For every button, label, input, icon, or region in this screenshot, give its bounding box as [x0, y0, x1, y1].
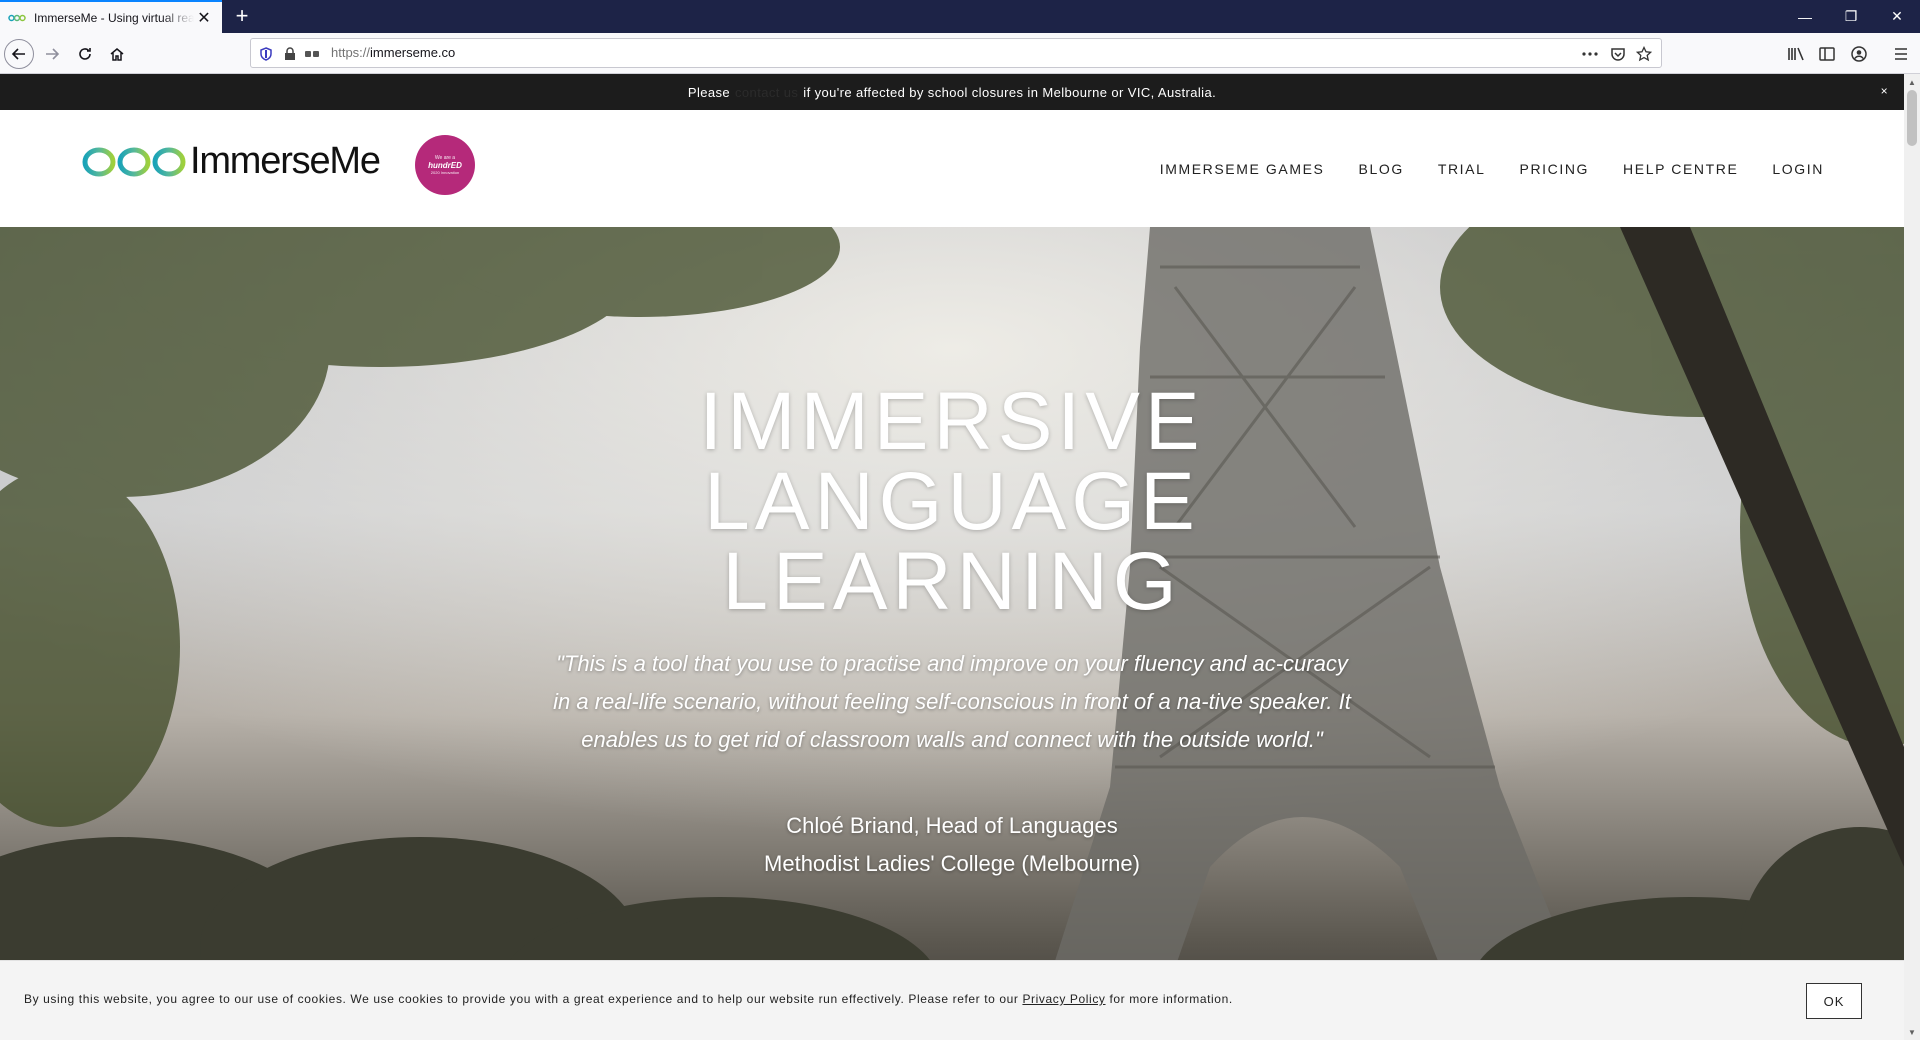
cookie-banner: By using this website, you agree to our …: [0, 960, 1904, 1040]
nav-pricing[interactable]: PRICING: [1520, 161, 1590, 177]
testimonial-organization: Methodist Ladies' College (Melbourne): [764, 851, 1140, 876]
notice-bar: Please contact us if you're affected by …: [0, 74, 1904, 110]
page-actions-icon[interactable]: [1581, 45, 1599, 63]
testimonial-author: Chloé Briand, Head of Languages: [786, 813, 1118, 838]
back-button[interactable]: [4, 39, 34, 69]
hero-title-line2: LANGUAGE: [704, 456, 1200, 547]
cookie-ok-button[interactable]: OK: [1806, 983, 1862, 1019]
notice-prefix: Please: [687, 84, 731, 100]
hero-title-line3: LEARNING: [722, 536, 1182, 627]
url-text[interactable]: https://immerseme.co: [331, 45, 455, 60]
scroll-down-icon[interactable]: ▼: [1904, 1024, 1920, 1040]
tab-title: ImmerseMe - Using virtual reality for la…: [34, 10, 194, 25]
permissions-icon[interactable]: [303, 45, 321, 63]
site-logo[interactable]: ImmerseMe: [82, 140, 381, 183]
page-viewport: Please contact us if you're affected by …: [0, 74, 1904, 1040]
window-close-icon[interactable]: ✕: [1874, 0, 1920, 33]
nav-immerseme-games[interactable]: IMMERSEME GAMES: [1160, 161, 1325, 177]
notice-close-icon[interactable]: ×: [1881, 84, 1888, 98]
browser-tab[interactable]: ImmerseMe - Using virtual reality for la…: [0, 0, 222, 33]
infinity-logo-icon: [82, 147, 186, 176]
hero-content: IMMERSIVE LANGUAGE LEARNING "This is a t…: [0, 227, 1904, 1040]
new-tab-button[interactable]: +: [230, 3, 254, 28]
notice-contact-link[interactable]: contact us: [735, 85, 798, 100]
url-host: immerseme.co: [370, 45, 456, 60]
browser-titlebar: ImmerseMe - Using virtual reality for la…: [0, 0, 1920, 33]
library-icon[interactable]: [1785, 43, 1807, 65]
hero-title-line1: IMMERSIVE: [699, 376, 1205, 467]
logo-text: ImmerseMe: [190, 140, 381, 182]
bookmark-star-icon[interactable]: [1635, 45, 1653, 63]
scroll-up-icon[interactable]: ▲: [1904, 74, 1920, 90]
main-nav: IMMERSEME GAMES BLOG TRIAL PRICING HELP …: [1160, 110, 1824, 227]
pocket-icon[interactable]: [1609, 45, 1627, 63]
testimonial-quote: "This is a tool that you use to practise…: [553, 651, 1351, 752]
back-icon: [11, 48, 25, 60]
minimize-icon[interactable]: —: [1782, 0, 1828, 33]
home-icon: [110, 48, 124, 61]
badge-line3: 2020 Innovation: [430, 170, 460, 175]
badge-brand: hundrED: [428, 161, 462, 170]
address-bar[interactable]: https://immerseme.co: [250, 38, 1662, 68]
nav-blog[interactable]: BLOG: [1359, 161, 1404, 177]
hero-section: IMMERSIVE LANGUAGE LEARNING "This is a t…: [0, 227, 1904, 1040]
hero-title: IMMERSIVE LANGUAGE LEARNING: [652, 381, 1252, 623]
forward-button[interactable]: [37, 39, 67, 69]
forward-icon: [46, 48, 60, 60]
site-header: ImmerseMe We are a hundrED 2020 Innovati…: [0, 110, 1904, 227]
cookie-text-before: By using this website, you agree to our …: [24, 992, 1019, 1006]
lock-icon[interactable]: [281, 45, 299, 63]
page-scrollbar[interactable]: ▲ ▼: [1904, 74, 1920, 1040]
badge-line1: We are a: [434, 155, 456, 161]
reload-icon: [79, 48, 91, 60]
hundred-badge[interactable]: We are a hundrED 2020 Innovation: [415, 135, 475, 195]
nav-login[interactable]: LOGIN: [1772, 161, 1824, 177]
privacy-policy-link[interactable]: Privacy Policy: [1022, 992, 1105, 1006]
menu-icon[interactable]: [1890, 43, 1912, 65]
cookie-text: By using this website, you agree to our …: [24, 992, 1233, 1006]
scroll-thumb[interactable]: [1907, 90, 1917, 146]
browser-toolbar: https://immerseme.co: [0, 33, 1920, 74]
home-button[interactable]: [102, 39, 132, 69]
shield-icon[interactable]: [257, 45, 275, 63]
testimonial-attribution: Chloé Briand, Head of Languages Methodis…: [652, 807, 1252, 883]
tab-close-icon[interactable]: ✕: [194, 8, 214, 28]
nav-help-centre[interactable]: HELP CENTRE: [1623, 161, 1738, 177]
cookie-text-after: for more information.: [1109, 992, 1233, 1006]
sidebar-icon[interactable]: [1816, 43, 1838, 65]
nav-trial[interactable]: TRIAL: [1438, 161, 1486, 177]
account-icon[interactable]: [1848, 43, 1870, 65]
reload-button[interactable]: [70, 39, 100, 69]
restore-icon[interactable]: ❐: [1828, 0, 1874, 33]
site-favicon-icon: [8, 14, 26, 21]
url-scheme: https://: [331, 45, 371, 60]
notice-text: if you're affected by school closures in…: [803, 84, 1217, 100]
